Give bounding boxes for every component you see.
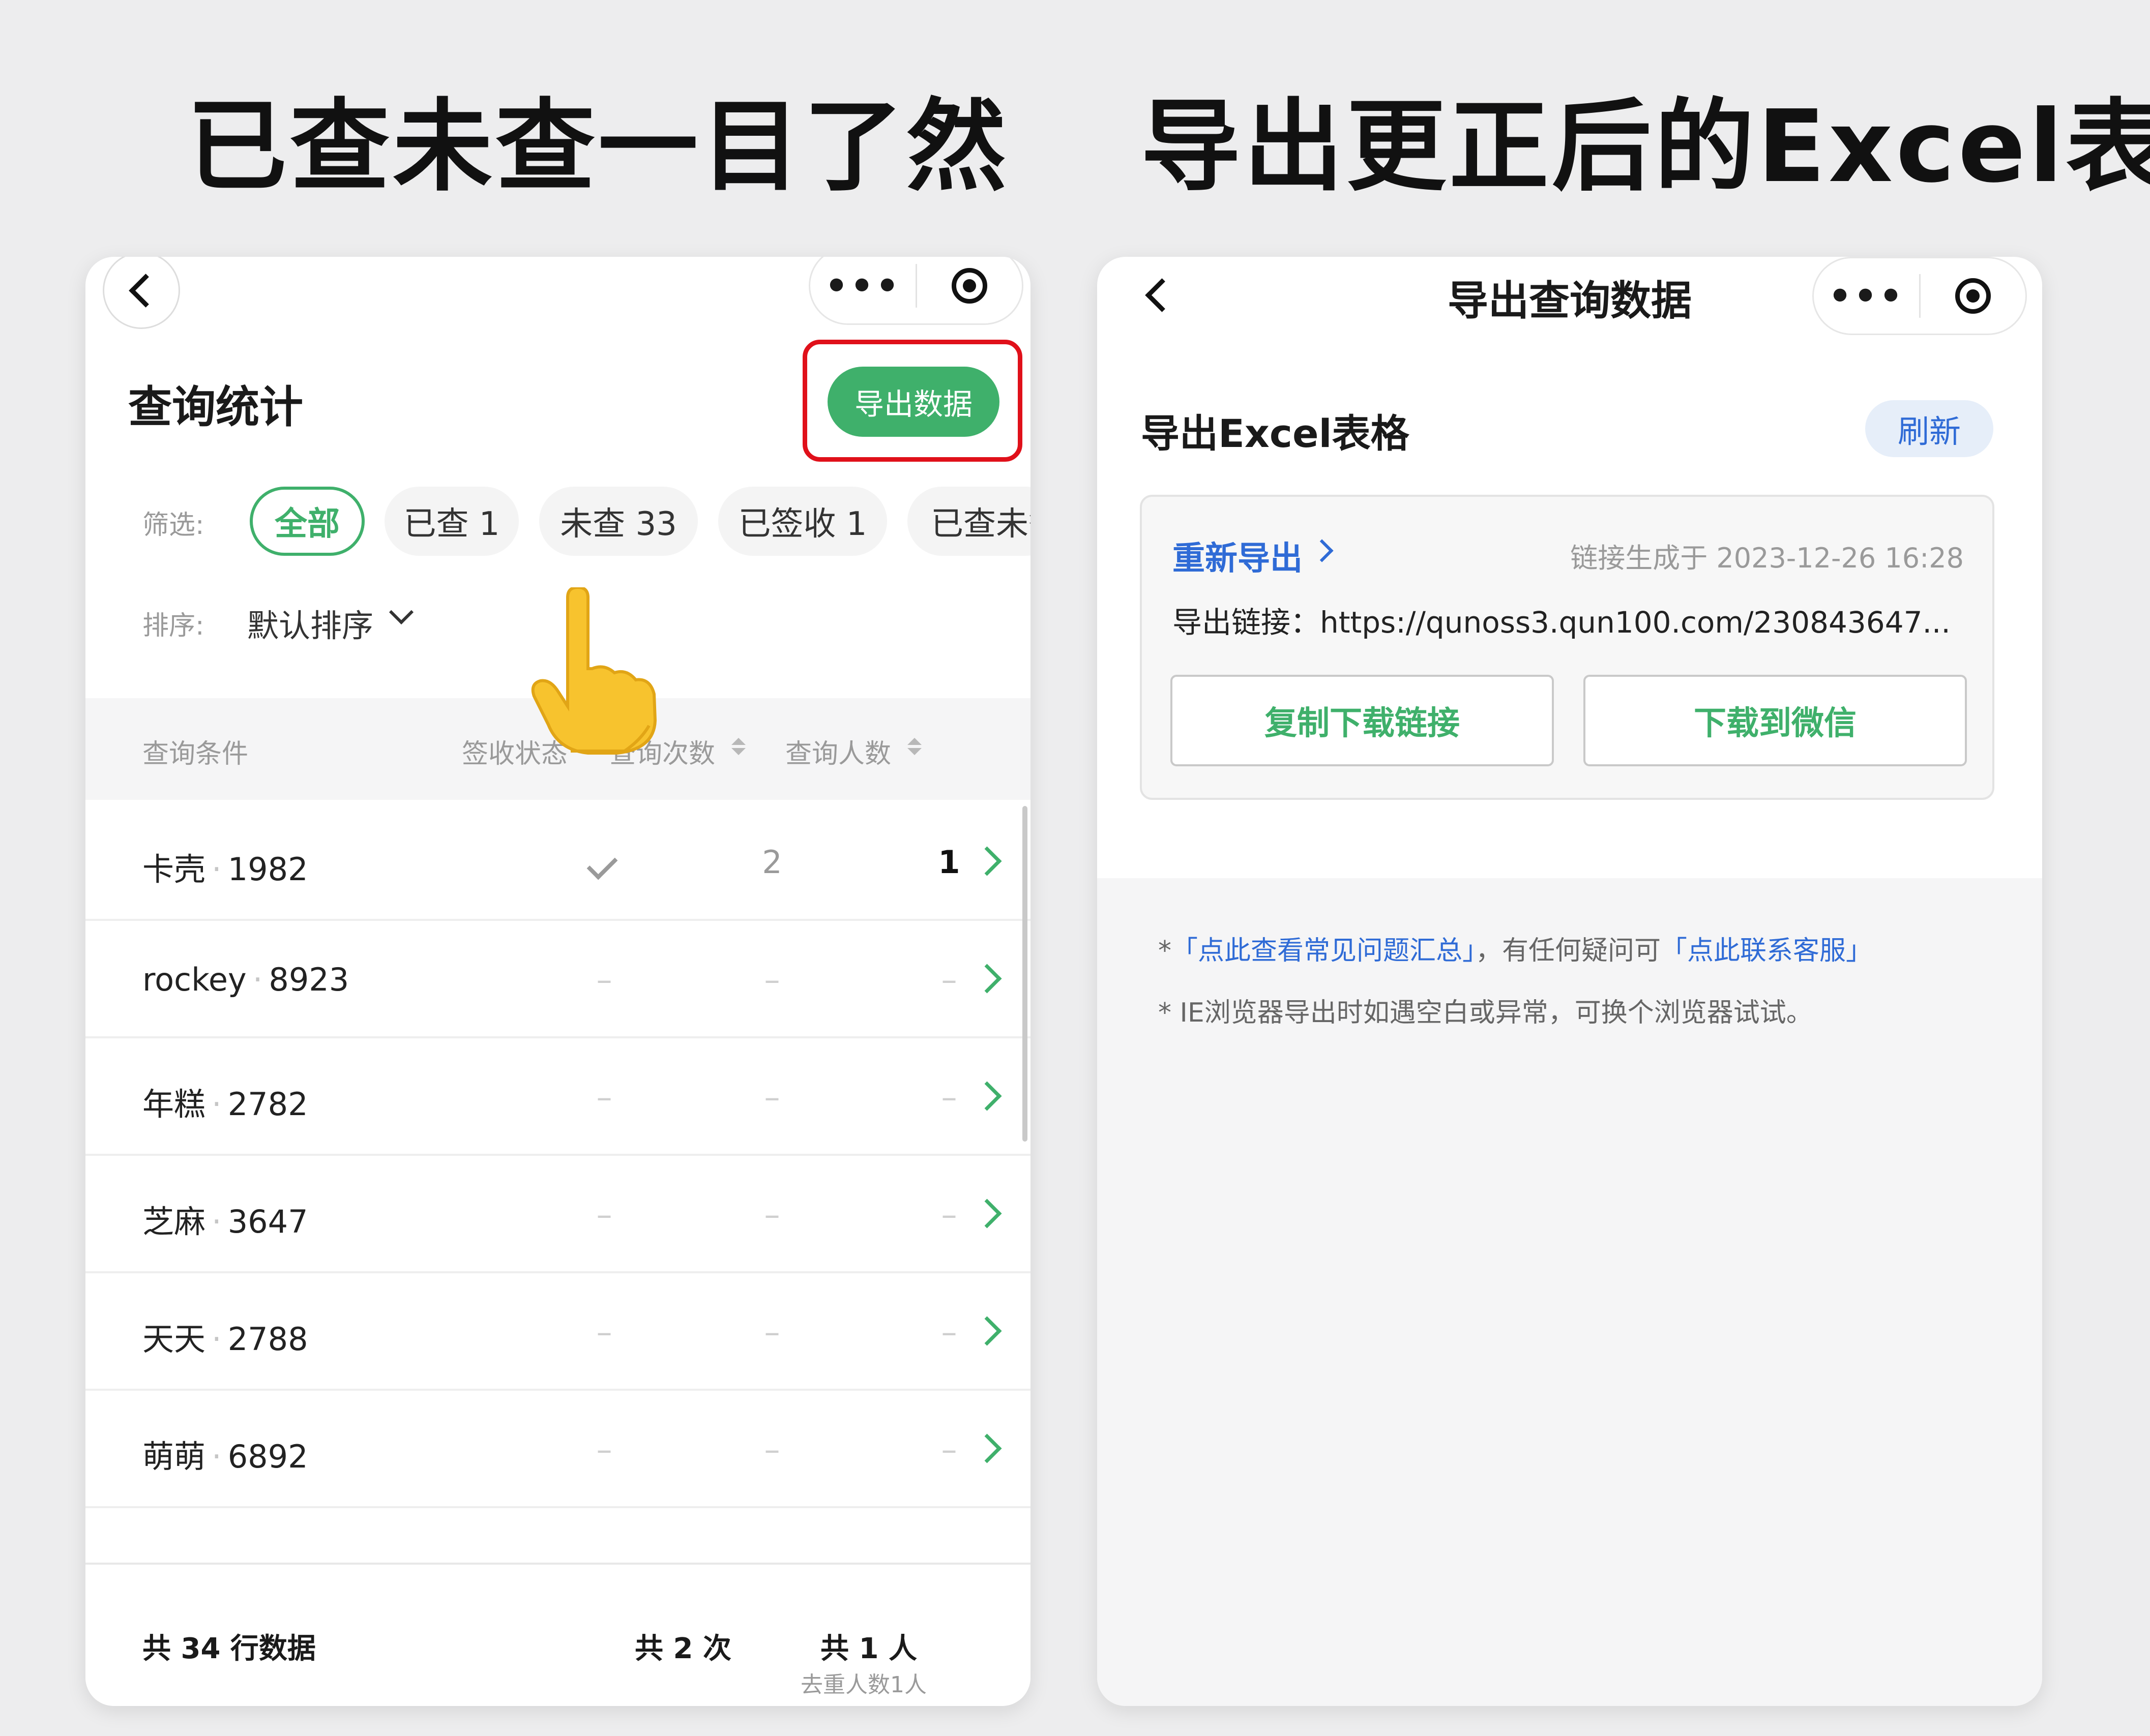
sort-up-icon[interactable]	[731, 738, 746, 745]
more-icon[interactable]: •••	[810, 267, 916, 304]
query-count: –	[764, 1313, 780, 1351]
table-footer: 共 34 行数据 共 2 次 共 1 人 去重人数1人	[85, 1563, 1030, 1706]
chevron-left-icon	[128, 273, 163, 308]
chevron-down-icon[interactable]	[389, 600, 414, 625]
table-row[interactable]: 天天 · 2788 – – –	[85, 1272, 1030, 1391]
total-times: 共 2 次	[635, 1632, 731, 1665]
query-people: –	[941, 1313, 957, 1351]
query-count: –	[764, 1079, 780, 1116]
query-people: –	[941, 1079, 957, 1116]
filter-label: 筛选:	[142, 510, 204, 541]
close-target-icon[interactable]	[1921, 278, 2025, 314]
download-to-wechat-button[interactable]: 下载到微信	[1583, 675, 1967, 766]
total-rows: 共 34 行数据	[142, 1632, 316, 1665]
query-stats-screen: ••• 查询统计 导出数据 筛选: 全部 已查 1 未查 33 已签收 1 已查…	[85, 257, 1030, 1706]
sort-up-icon[interactable]	[907, 738, 922, 745]
mini-program-capsule: •••	[809, 257, 1023, 325]
check-icon	[586, 849, 618, 880]
query-count: –	[764, 1196, 780, 1233]
query-count: –	[764, 961, 780, 998]
reexport-link[interactable]: 重新导出	[1172, 532, 1303, 579]
pointing-hand-icon	[531, 587, 657, 755]
query-people: –	[941, 1431, 957, 1468]
filter-chip-unchecked[interactable]: 未查 33	[539, 487, 698, 556]
refresh-button[interactable]: 刷新	[1865, 400, 1993, 457]
export-card: 重新导出 链接生成于 2023-12-26 16:28 导出链接：https:/…	[1140, 495, 1994, 800]
sign-status: –	[596, 961, 612, 998]
sign-status: –	[596, 1079, 612, 1116]
sort-down-icon[interactable]	[731, 748, 746, 755]
table-row[interactable]: 萌萌 · 6892 – – –	[85, 1389, 1030, 1508]
sort-label: 排序:	[142, 611, 204, 641]
sign-status: –	[596, 1196, 612, 1233]
column-header-query-people[interactable]: 查询人数	[785, 732, 891, 770]
sign-status: –	[596, 1431, 612, 1468]
sort-dropdown[interactable]: 默认排序	[247, 600, 373, 646]
ie-note: * IE浏览器导出时如遇空白或异常，可换个浏览器试试。	[1158, 998, 1813, 1028]
section-title: 导出Excel表格	[1141, 411, 1409, 456]
copy-link-button[interactable]: 复制下载链接	[1170, 675, 1554, 766]
table-row[interactable]: 年糕 · 2782 – – –	[85, 1037, 1030, 1156]
chevron-right-icon[interactable]	[1310, 539, 1334, 562]
filter-chip-checked-unsigned[interactable]: 已查未签	[907, 487, 1030, 556]
total-people: 共 1 人	[820, 1632, 917, 1665]
mini-program-capsule: •••	[1812, 257, 2027, 335]
dedup-people: 去重人数1人	[801, 1672, 927, 1698]
table-row[interactable]: rockey · 8923 – – –	[85, 919, 1030, 1038]
headline-right: 导出更正后的Excel表	[1141, 89, 2150, 205]
headline-left: 已查未查一目了然	[187, 89, 1010, 205]
export-query-data-screen: 导出查询数据 ••• 导出Excel表格 刷新 重新导出 链接生成于 2023-…	[1097, 257, 2042, 1706]
scrollbar[interactable]	[1022, 806, 1027, 1142]
table-row[interactable]: 芝麻 · 3647 – – –	[85, 1154, 1030, 1273]
export-link-text: 导出链接：https://qunoss3.qun100.com/23084364…	[1172, 605, 1951, 640]
query-people: –	[941, 1196, 957, 1233]
export-data-button[interactable]: 导出数据	[828, 367, 999, 437]
query-people: –	[941, 961, 957, 998]
generated-time: 链接生成于 2023-12-26 16:28	[1570, 542, 1964, 574]
contact-service-link[interactable]: 「点此联系客服」	[1661, 936, 1872, 966]
filter-chip-signed[interactable]: 已签收 1	[718, 487, 887, 556]
notes-area: *「点此查看常见问题汇总」，有任何疑问可「点此联系客服」 * IE浏览器导出时如…	[1097, 878, 2042, 1706]
faq-link[interactable]: 「点此查看常见问题汇总」	[1171, 936, 1476, 966]
sort-down-icon[interactable]	[907, 748, 922, 755]
query-count: –	[764, 1431, 780, 1468]
filter-chip-checked[interactable]: 已查 1	[385, 487, 519, 556]
more-icon[interactable]: •••	[1814, 278, 1919, 314]
query-count: 2	[762, 844, 782, 881]
back-button[interactable]	[103, 257, 180, 329]
close-target-icon[interactable]	[917, 268, 1022, 304]
query-people: 1	[938, 844, 960, 881]
table-row[interactable]: 卡壳 · 1982 2 1	[85, 802, 1030, 921]
filter-chip-all[interactable]: 全部	[250, 487, 365, 556]
help-note: *「点此查看常见问题汇总」，有任何疑问可「点此联系客服」	[1158, 936, 1873, 966]
column-header-condition: 查询条件	[142, 739, 249, 769]
export-highlight-box: 导出数据	[803, 340, 1022, 462]
page-title: 查询统计	[128, 382, 303, 433]
sign-status: –	[596, 1313, 612, 1351]
